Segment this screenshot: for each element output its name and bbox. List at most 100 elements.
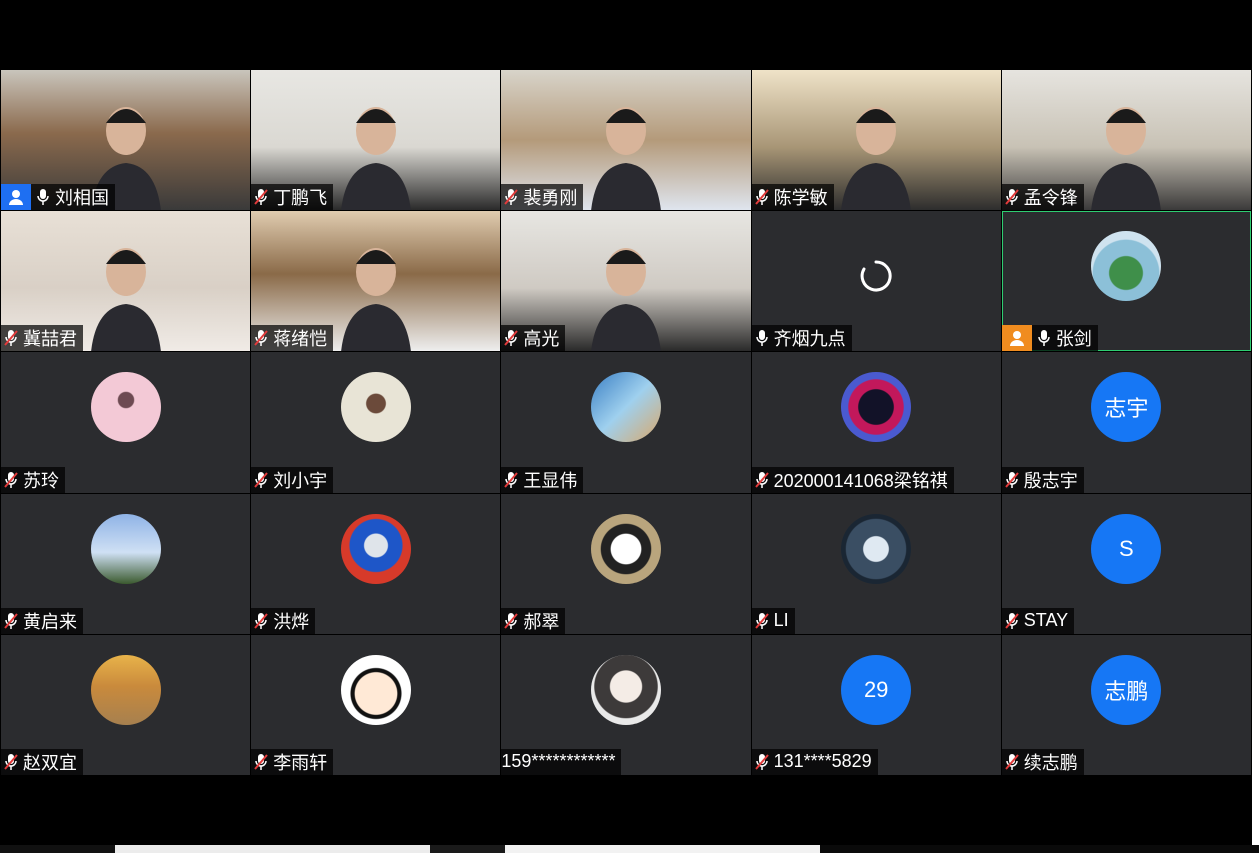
video-feed [841, 101, 912, 211]
participant-grid: 刘相国 丁鹏飞 裴勇刚 陈学敏 孟令锋冀喆君 蒋绪恺 高光 齐烟九点 张剑苏玲 刘小宇 王显伟 202… [1, 70, 1251, 775]
window-edge [1252, 0, 1259, 853]
cartoon-boy-avatar [340, 654, 411, 725]
participant-tile[interactable]: 洪烨 [251, 493, 501, 634]
name-tag: 郝翠 [501, 607, 566, 634]
participant-name: 王显伟 [523, 470, 578, 491]
participant-name: 高光 [523, 329, 560, 350]
participant-name: 202000141068梁铭祺 [773, 470, 948, 491]
participant-tile[interactable]: 孟令锋 [1001, 70, 1251, 211]
participant-tile[interactable]: 冀喆君 [1, 211, 251, 352]
microphone-muted-icon [501, 608, 521, 634]
participant-tile[interactable]: 蒋绪恺 [251, 211, 501, 352]
participant-name: 赵双宜 [23, 752, 77, 773]
participant-tile[interactable]: S STAY [1001, 493, 1251, 634]
name-tag: 殷志宇 [1001, 466, 1084, 493]
participant-tile[interactable]: 丁鹏飞 [251, 70, 501, 211]
participant-tile[interactable]: 刘相国 [1, 70, 251, 211]
name-tag: 王显伟 [501, 466, 584, 493]
cohost-badge-icon [1001, 325, 1032, 352]
participant-tile[interactable]: 202000141068梁铭祺 [751, 352, 1001, 493]
microphone-muted-icon [501, 184, 521, 210]
name-tag: 苏玲 [1, 466, 65, 493]
participant-tile[interactable]: 苏玲 [1, 352, 251, 493]
name-tag: 李雨轩 [251, 748, 334, 775]
microphone-muted-icon [251, 467, 271, 493]
participant-tile[interactable]: 志宇 殷志宇 [1001, 352, 1251, 493]
microphone-muted-icon [1002, 608, 1022, 634]
participant-name: 裴勇刚 [523, 188, 578, 209]
participant-tile[interactable]: 29 131****5829 [751, 634, 1001, 775]
participant-name: 郝翠 [523, 611, 560, 632]
participant-name: 齐烟九点 [773, 329, 846, 350]
microphone-muted-icon [251, 325, 271, 351]
name-tag: LI [751, 607, 795, 634]
name-tag: 刘小宇 [251, 466, 334, 493]
microphone-icon [33, 184, 53, 210]
microphone-muted-icon [752, 467, 772, 493]
microphone-muted-icon [501, 325, 521, 351]
video-feed [591, 242, 661, 352]
taskbar-strip [0, 845, 1259, 853]
name-tag: 黄启来 [1, 607, 83, 634]
participant-tile[interactable]: 齐烟九点 [751, 211, 1001, 352]
participant-name: 黄启来 [23, 611, 77, 632]
name-tag: 孟令锋 [1001, 184, 1084, 211]
participant-tile[interactable]: 黄启来 [1, 493, 251, 634]
name-tag: 高光 [501, 325, 566, 352]
participant-name: 刘相国 [55, 188, 109, 209]
participant-name: 孟令锋 [1023, 188, 1078, 209]
participant-name: 殷志宇 [1023, 470, 1078, 491]
participant-tile[interactable]: 刘小宇 [251, 352, 501, 493]
dragon-avatar [841, 513, 912, 584]
microphone-muted-icon [1002, 184, 1022, 210]
participant-tile[interactable]: 高光 [501, 211, 751, 352]
participant-name: 蒋绪恺 [273, 329, 328, 350]
participant-tile[interactable]: 张剑 [1001, 211, 1251, 352]
train-toy-avatar [340, 513, 411, 584]
balloon-avatar [90, 654, 161, 725]
video-feed [340, 242, 411, 352]
participant-name: 续志鹏 [1023, 752, 1078, 773]
participant-name: 刘小宇 [273, 470, 328, 491]
shrimp-avatar [590, 372, 661, 443]
spider-hero-avatar [841, 372, 912, 443]
video-feed [591, 101, 661, 211]
participant-tile[interactable]: 李雨轩 [251, 634, 501, 775]
participant-tile[interactable]: 郝翠 [501, 493, 751, 634]
microphone-muted-icon [1002, 749, 1022, 775]
participant-name: LI [773, 610, 789, 631]
microphone-muted-icon [1, 749, 21, 775]
participant-tile[interactable]: 陈学敏 [751, 70, 1001, 211]
name-tag: 131****5829 [751, 748, 878, 775]
name-tag: 丁鹏飞 [251, 184, 334, 211]
microphone-muted-icon [1, 325, 21, 351]
host-badge-icon [1, 184, 31, 211]
participant-tile[interactable]: 裴勇刚 [501, 70, 751, 211]
name-tag: 续志鹏 [1001, 748, 1084, 775]
participant-tile[interactable]: 王显伟 [501, 352, 751, 493]
participant-name: 陈学敏 [773, 188, 828, 209]
participant-tile[interactable]: 159************ [501, 634, 751, 775]
anime-boy-avatar [590, 654, 661, 725]
lake-island-avatar [1091, 231, 1162, 302]
microphone-muted-icon [1, 467, 21, 493]
participant-name: 洪烨 [273, 611, 310, 632]
name-tag: 蒋绪恺 [251, 325, 334, 352]
name-tag: 裴勇刚 [501, 184, 584, 211]
participant-name: 苏玲 [23, 470, 59, 491]
participant-name: 丁鹏飞 [273, 188, 328, 209]
participant-name: 159************ [501, 751, 616, 772]
participant-tile[interactable]: 赵双宜 [1, 634, 251, 775]
name-tag: 159************ [501, 748, 622, 775]
video-feed [1091, 101, 1162, 211]
microphone-muted-icon [752, 184, 772, 210]
pink-tree-avatar [90, 372, 161, 443]
participant-tile[interactable]: 志鹏 续志鹏 [1001, 634, 1251, 775]
loading-spinner-icon [859, 259, 893, 298]
participant-name: 131****5829 [773, 751, 872, 772]
microphone-muted-icon [752, 608, 772, 634]
microphone-muted-icon [752, 749, 772, 775]
microphone-muted-icon [501, 467, 521, 493]
name-tag: STAY [1001, 607, 1075, 634]
participant-tile[interactable]: LI [751, 493, 1001, 634]
